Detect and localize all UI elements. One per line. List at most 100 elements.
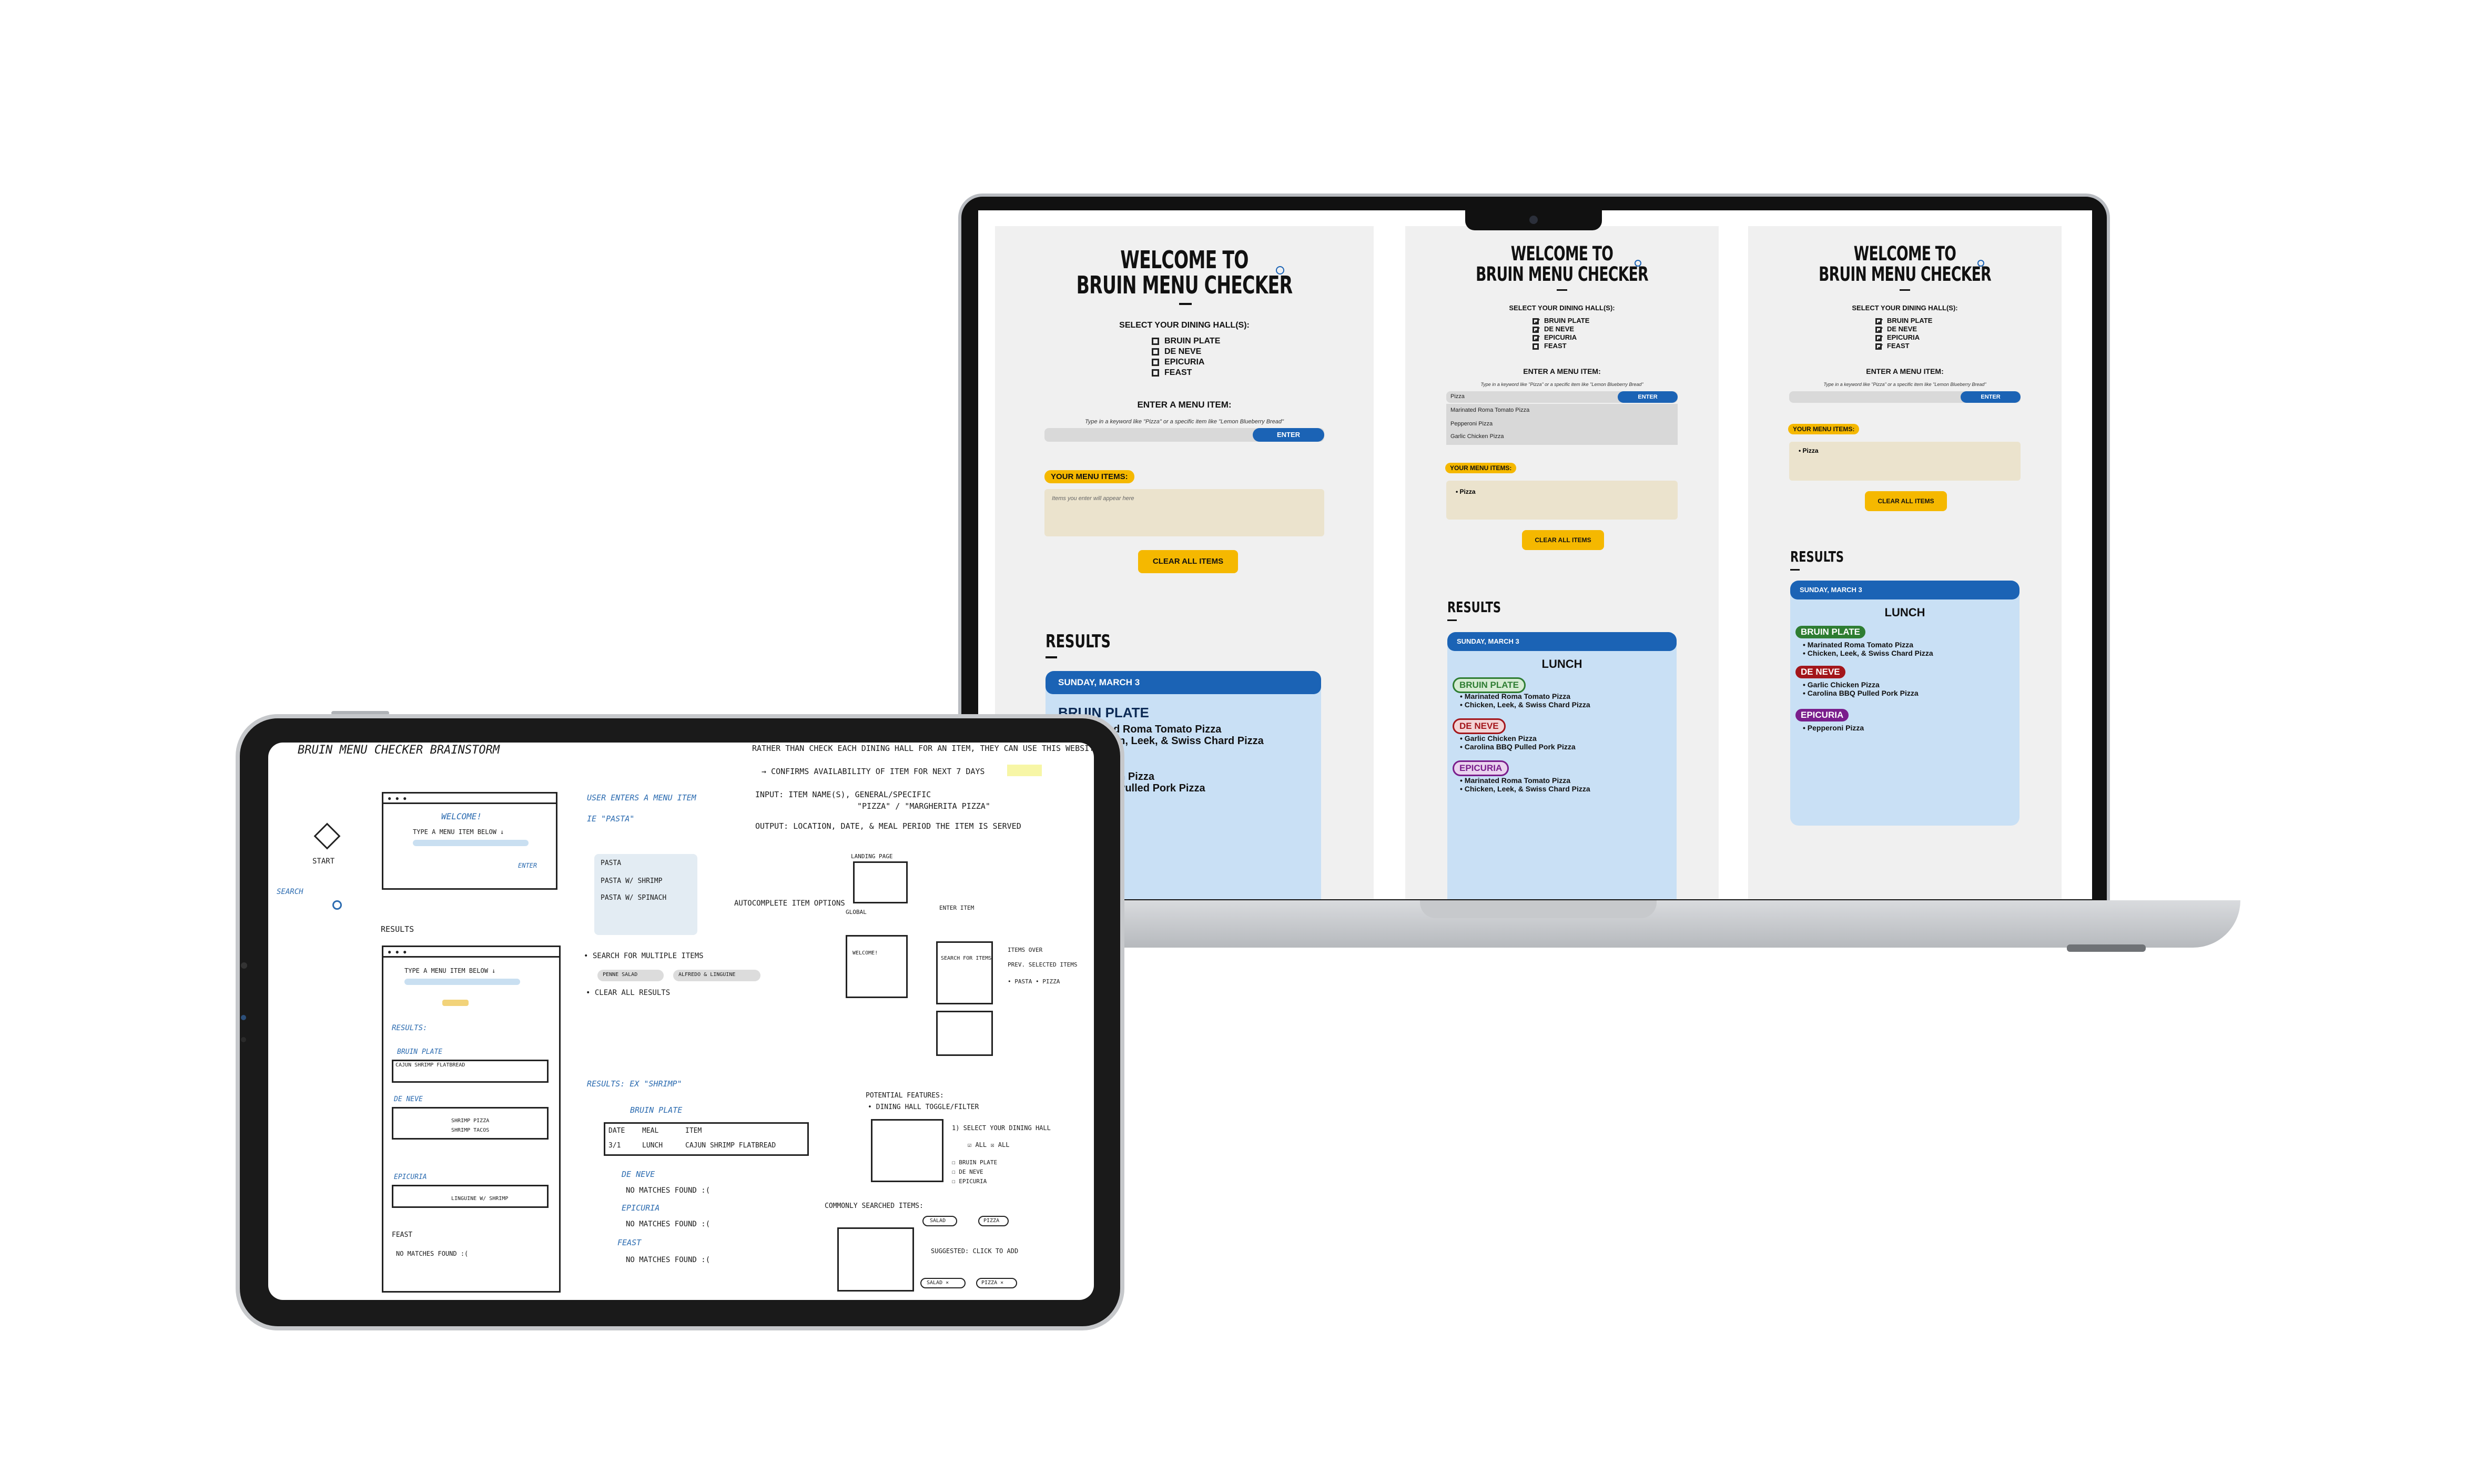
app-panel-results: WELCOME TO BRUIN MENU CHECKER SELECT YOU… — [1748, 226, 2062, 899]
divider — [1046, 656, 1057, 658]
checkbox-bruin-plate[interactable]: BRUIN PLATE — [1533, 317, 1589, 327]
checkbox-label: DE NEVE — [1544, 325, 1575, 333]
sketch-toggle: • DINING HALL TOGGLE/FILTER — [868, 1103, 979, 1111]
title-line-2: BRUIN MENU CHECKER — [1476, 262, 1649, 286]
sketch-type-item: TYPE A MENU ITEM BELOW ↓ — [404, 967, 496, 974]
sketch-tag-text: SALAD × — [927, 1280, 949, 1286]
sketch-dh-item: ☐ BRUIN PLATE — [952, 1159, 998, 1166]
your-item-text: Pizza — [1459, 488, 1476, 495]
clear-all-button[interactable]: CLEAR ALL ITEMS — [1865, 491, 1947, 511]
sketch-results-label: RESULTS — [381, 924, 414, 934]
sketch-table: CAJUN SHRIMP FLATBREAD — [392, 1060, 549, 1083]
checkbox-feast[interactable]: FEAST — [1152, 368, 1192, 378]
checkbox-bruin-plate[interactable]: BRUIN PLATE — [1875, 317, 1933, 327]
checkbox-feast[interactable]: FEAST — [1533, 342, 1567, 350]
sketch-dh-item: ☐ EPICURIA — [952, 1178, 987, 1185]
sketch-tag: PIZZA × — [976, 1278, 1017, 1288]
sketch-dh-item: ☐ DE NEVE — [952, 1168, 983, 1175]
result-item: Chicken, Leek, & Swiss Chard Pizza — [1807, 649, 1933, 657]
enter-button[interactable]: ENTER — [1618, 391, 1678, 403]
checkbox-label: BRUIN PLATE — [1887, 317, 1933, 324]
sketch-bruin-plate: BRUIN PLATE — [397, 1048, 443, 1056]
sketch-enter-item: ENTER ITEM — [939, 904, 975, 911]
sketch-user-enters: USER ENTERS A MENU ITEM — [587, 793, 696, 802]
sketch-global: GLOBAL — [846, 909, 867, 916]
dropdown-option[interactable]: Garlic Chicken Pizza — [1450, 433, 1504, 440]
results-list: • Pepperoni Pizza — [1803, 724, 1864, 732]
sketch-input-bar — [404, 979, 520, 985]
info-circle-icon[interactable] — [1977, 260, 1984, 267]
enter-button[interactable]: ENTER — [1253, 428, 1324, 442]
results-heading: RESULTS — [1790, 548, 1844, 565]
ipad-screen-sketch: BRUIN MENU CHECKER BRAINSTORM RATHER THA… — [268, 743, 1094, 1300]
sketch-tag-text: PIZZA — [983, 1218, 1000, 1224]
checkbox-epicuria[interactable]: EPICURIA — [1152, 358, 1204, 367]
checkbox-icon[interactable] — [1152, 337, 1159, 345]
checkbox-checked-icon[interactable] — [1875, 325, 1884, 336]
your-item-text: Pizza — [1802, 447, 1819, 454]
checkbox-label: FEAST — [1544, 342, 1567, 350]
your-item: • Pizza — [1456, 488, 1476, 495]
sketch-intro: RATHER THAN CHECK EACH DINING HALL FOR A… — [752, 744, 1094, 753]
checkbox-epicuria[interactable]: EPICURIA — [1533, 333, 1577, 344]
checkbox-bruin-plate[interactable]: BRUIN PLATE — [1152, 337, 1220, 346]
checkbox-feast[interactable]: FEAST — [1875, 342, 1910, 352]
result-item: Chicken, Leek, & Swiss Chard Pizza — [1464, 785, 1590, 793]
result-item: Pepperoni Pizza — [1807, 724, 1864, 732]
checkbox-icon[interactable] — [1533, 343, 1539, 350]
ipad-camera-icon — [241, 962, 247, 969]
results-list: • Garlic Chicken Pizza • Carolina BBQ Pu… — [1803, 680, 1919, 697]
checkbox-icon[interactable] — [1152, 358, 1159, 366]
checkbox-icon[interactable] — [1152, 348, 1159, 355]
checkbox-checked-icon[interactable] — [1875, 317, 1884, 327]
hall-badge-bruin-plate: BRUIN PLATE — [1795, 626, 1866, 638]
sketch-de-neve: DE NEVE — [394, 1095, 423, 1103]
sketch-landing-frame — [853, 861, 908, 903]
checkbox-checked-icon[interactable] — [1533, 317, 1541, 327]
sketch-all: ☑ ALL ☒ ALL — [968, 1141, 1010, 1148]
dropdown-option[interactable]: Pepperoni Pizza — [1450, 421, 1493, 427]
results-list: • Marinated Roma Tomato Pizza • Chicken,… — [1460, 692, 1590, 709]
sketch-cell: MEAL — [642, 1127, 659, 1135]
sketch-search-label: SEARCH — [277, 888, 303, 896]
checkbox-label: DE NEVE — [1887, 325, 1917, 333]
clear-all-button[interactable]: CLEAR ALL ITEMS — [1522, 530, 1604, 550]
your-items-box: • Pizza — [1446, 481, 1678, 520]
checkbox-checked-icon[interactable] — [1875, 333, 1884, 344]
info-circle-icon[interactable] — [1635, 260, 1641, 267]
enter-button[interactable]: ENTER — [1961, 391, 2021, 403]
checkbox-checked-icon[interactable] — [1875, 342, 1884, 352]
sketch-table: DATE MEAL ITEM 3/1 LUNCH CAJUN SHRIMP FL… — [604, 1122, 809, 1156]
sketch-no-match: NO MATCHES FOUND :( — [626, 1186, 711, 1195]
divider — [1900, 289, 1910, 291]
checkbox-de-neve[interactable]: DE NEVE — [1533, 325, 1575, 336]
checkbox-icon[interactable] — [1152, 369, 1159, 377]
sketch-epicuria: EPICURIA — [622, 1203, 660, 1213]
laptop-lip — [1420, 900, 1657, 918]
checkbox-de-neve[interactable]: DE NEVE — [1152, 347, 1201, 357]
result-item: Carolina BBQ Pulled Pork Pizza — [1464, 743, 1576, 751]
results-list: • Garlic Chicken Pizza • Carolina BBQ Pu… — [1460, 734, 1576, 751]
sketch-type-item: TYPE A MENU ITEM BELOW ↓ — [413, 828, 504, 836]
laptop-foot — [2067, 944, 2146, 952]
result-item: Marinated Roma Tomato Pizza — [1464, 692, 1571, 700]
sketch-tag-text: PENNE SALAD — [603, 972, 638, 978]
sketch-select-dh: 1) SELECT YOUR DINING HALL — [952, 1124, 1051, 1132]
sketch-suggested-frame — [837, 1227, 914, 1292]
checkbox-checked-icon[interactable] — [1533, 325, 1541, 336]
ipad-sensor-icon — [241, 1037, 246, 1042]
sketch-tag-text: PIZZA × — [981, 1280, 1004, 1286]
checkbox-de-neve[interactable]: DE NEVE — [1875, 325, 1917, 336]
checkbox-checked-icon[interactable] — [1533, 333, 1541, 344]
sketch-cell: SHRIMP TACOS — [451, 1127, 490, 1133]
select-hall-label: SELECT YOUR DINING HALL(S): — [1852, 304, 1958, 312]
enter-item-label: ENTER A MENU ITEM: — [1866, 367, 1944, 375]
sketch-tag: ALFREDO & LINGUINE — [673, 970, 760, 981]
checkbox-epicuria[interactable]: EPICURIA — [1875, 333, 1920, 344]
info-circle-icon[interactable] — [1276, 266, 1284, 275]
meal-period: LUNCH — [1541, 657, 1582, 670]
sketch-intro-2: → CONFIRMS AVAILABILITY OF ITEM FOR NEXT… — [762, 767, 985, 776]
clear-all-button[interactable]: CLEAR ALL ITEMS — [1138, 550, 1238, 573]
sketch-results-example: RESULTS: EX "SHRIMP" — [587, 1079, 682, 1089]
dropdown-option[interactable]: Marinated Roma Tomato Pizza — [1450, 407, 1529, 413]
